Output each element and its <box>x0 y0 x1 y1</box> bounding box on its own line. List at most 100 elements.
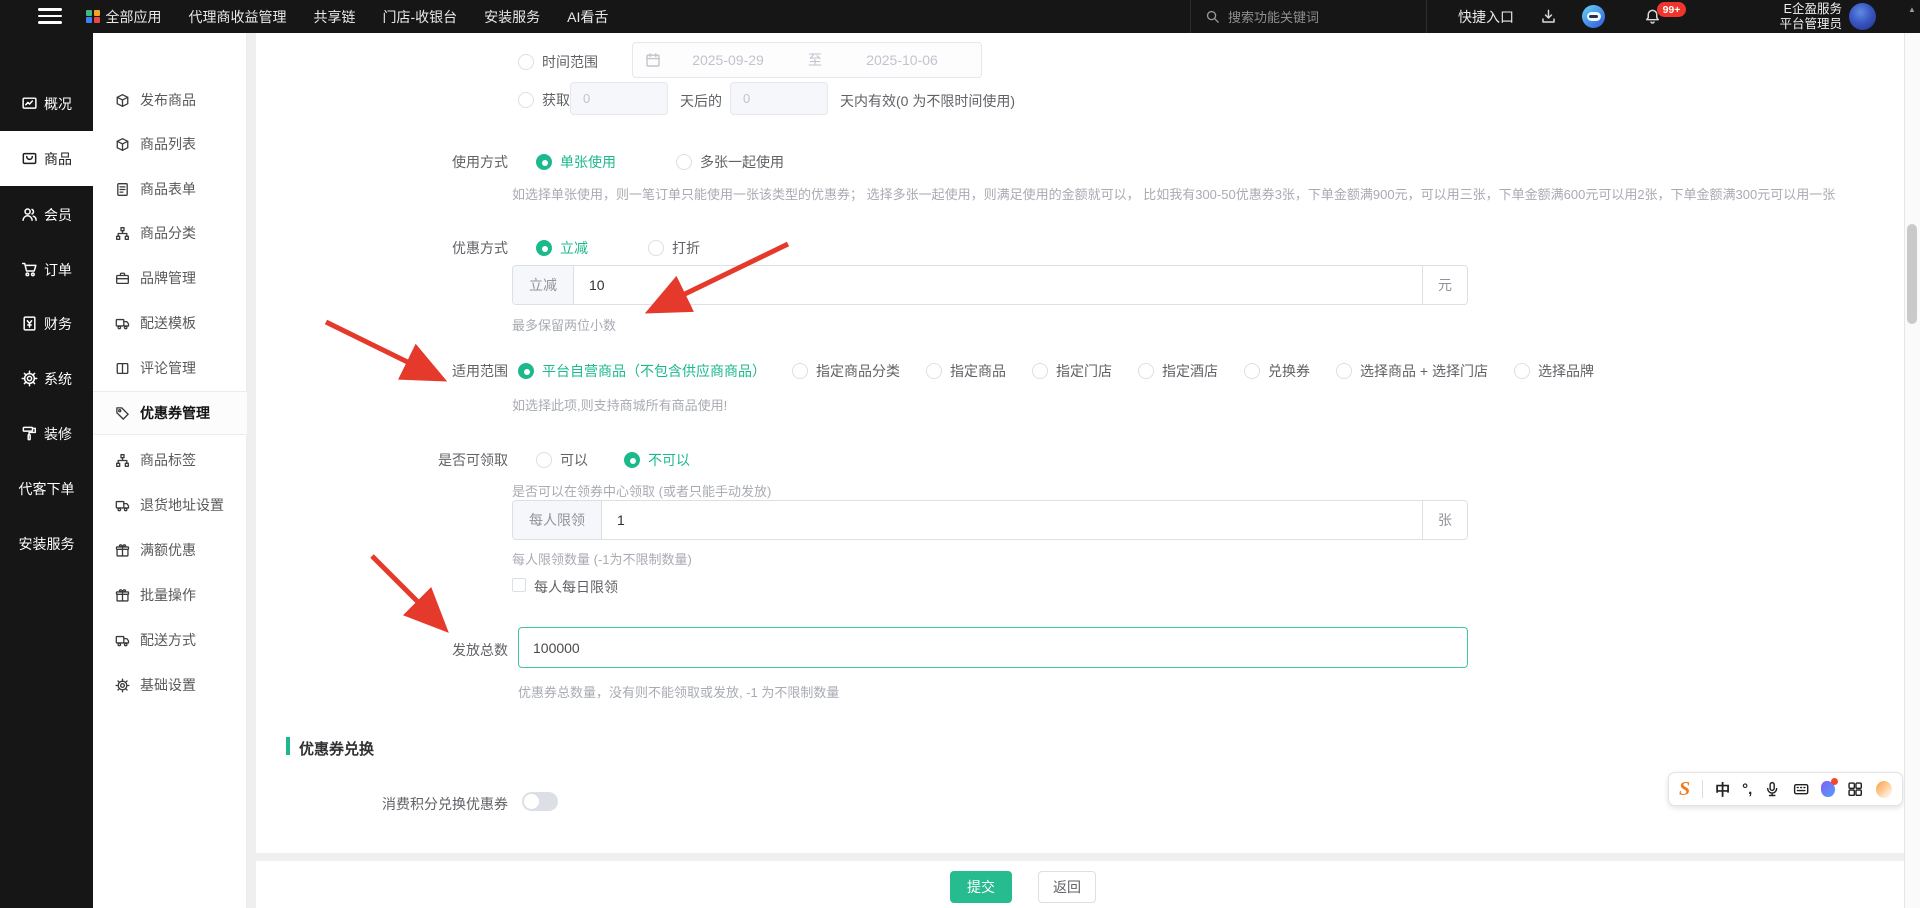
submenu-item-basic-settings[interactable]: 基础设置 <box>93 663 247 707</box>
radio-unchecked[interactable] <box>676 154 692 170</box>
submenu-item-full-discount[interactable]: 满额优惠 <box>93 528 247 572</box>
radio-unchecked[interactable] <box>648 240 664 256</box>
scrollbar-thumb[interactable] <box>1907 224 1917 324</box>
back-button[interactable]: 返回 <box>1038 871 1096 903</box>
scrollbar-track[interactable] <box>1904 33 1920 908</box>
discount-option-percent[interactable]: 打折 <box>648 238 700 258</box>
topnav-item-ai-tongue[interactable]: AI看舌 <box>567 7 608 27</box>
submenu-item-batch-operation[interactable]: 批量操作 <box>93 573 247 617</box>
scope-option-hotel[interactable]: 指定酒店 <box>1138 361 1218 381</box>
submenu-item-return-address[interactable]: 退货地址设置 <box>93 483 247 527</box>
claim-option-yes[interactable]: 可以 <box>536 450 588 470</box>
submit-button[interactable]: 提交 <box>950 871 1012 903</box>
submenu-item-delivery-template[interactable]: 配送模板 <box>93 301 247 345</box>
submenu-item-delivery-method[interactable]: 配送方式 <box>93 618 247 662</box>
acquire-radio[interactable] <box>518 92 534 108</box>
radio-unchecked[interactable] <box>792 363 808 379</box>
radio-checked[interactable] <box>624 452 640 468</box>
time-range-radio[interactable] <box>518 54 534 70</box>
total-count-input[interactable]: 100000 <box>518 627 1468 668</box>
valid-days-input[interactable]: 0 <box>730 82 828 115</box>
submenu-item-goods-category[interactable]: 商品分类 <box>93 211 247 255</box>
chinese-mode-icon[interactable]: 中 <box>1715 779 1730 800</box>
topnav-item-agent-revenue[interactable]: 代理商收益管理 <box>189 7 287 27</box>
submenu-item-publish-goods[interactable]: 发布商品 <box>93 78 247 122</box>
radio-unchecked[interactable] <box>1336 363 1352 379</box>
emoji-face-icon[interactable] <box>1875 780 1892 798</box>
radio-unchecked[interactable] <box>926 363 942 379</box>
scope-option-goods-plus-store[interactable]: 选择商品 + 选择门店 <box>1336 361 1488 381</box>
discount-option-reduce[interactable]: 立减 <box>536 238 588 258</box>
apps-grid-icon <box>86 9 100 24</box>
tag-icon <box>115 406 130 421</box>
sidebar-item-proxy-order[interactable]: 代客下单 <box>0 461 93 516</box>
radio-unchecked[interactable] <box>536 452 552 468</box>
end-date-value[interactable]: 2025-10-06 <box>835 52 969 68</box>
acquire-option[interactable]: 获取 <box>518 90 570 110</box>
topnav-item-install-service[interactable]: 安装服务 <box>484 7 540 27</box>
section-accent-bar <box>286 737 290 755</box>
scope-option-goods[interactable]: 指定商品 <box>926 361 1006 381</box>
radio-unchecked[interactable] <box>1138 363 1154 379</box>
radio-unchecked[interactable] <box>1032 363 1048 379</box>
scope-option-voucher[interactable]: 兑换券 <box>1244 361 1310 381</box>
radio-unchecked[interactable] <box>1513 363 1530 379</box>
daily-limit-checkbox[interactable] <box>512 578 526 592</box>
radio-checked[interactable] <box>536 240 552 256</box>
ime-toolbar: S 中 °, <box>1668 772 1903 806</box>
submenu-item-brand-management[interactable]: 品牌管理 <box>93 256 247 300</box>
sidebar-item-decorate[interactable]: 装修 <box>0 406 93 461</box>
skin-blob-icon[interactable] <box>1820 778 1839 797</box>
submenu-item-goods-list[interactable]: 商品列表 <box>93 122 247 166</box>
scope-option-category[interactable]: 指定商品分类 <box>792 361 900 381</box>
download-icon[interactable] <box>1540 8 1557 25</box>
scope-option-brand[interactable]: 选择品牌 <box>1513 361 1594 381</box>
usage-option-single[interactable]: 单张使用 <box>536 152 616 172</box>
claim-option-label: 不可以 <box>648 452 690 468</box>
usage-option-multiple[interactable]: 多张一起使用 <box>676 152 784 172</box>
submenu-item-goods-form[interactable]: 商品表单 <box>93 167 247 211</box>
per-person-limit-input[interactable]: 1 <box>602 501 1422 539</box>
topnav-item-all-apps[interactable]: 全部应用 <box>86 7 162 27</box>
sidebar-item-finance[interactable]: 财务 <box>0 296 93 351</box>
radio-checked[interactable] <box>518 363 534 379</box>
scope-option-label: 指定酒店 <box>1162 363 1218 379</box>
sidebar-item-orders[interactable]: 订单 <box>0 242 93 297</box>
date-range-picker[interactable]: 2025-09-29 至 2025-10-06 <box>632 42 982 78</box>
scope-option-store[interactable]: 指定门店 <box>1032 361 1112 381</box>
radio-checked[interactable] <box>536 154 552 170</box>
sidebar-item-overview[interactable]: 概况 <box>0 76 93 131</box>
sogou-logo-icon[interactable]: S <box>1679 778 1690 801</box>
calendar-icon <box>645 52 661 68</box>
sidebar-item-goods[interactable]: 商品 <box>0 131 93 186</box>
search-box[interactable]: 搜索功能关键词 <box>1190 0 1427 33</box>
submenu-item-review-management[interactable]: 评论管理 <box>93 346 247 390</box>
toolbox-grid-icon[interactable] <box>1847 781 1863 798</box>
topnav-item-share-chain[interactable]: 共享链 <box>314 7 356 27</box>
punctuation-icon[interactable]: °, <box>1742 781 1752 798</box>
discount-amount-input[interactable]: 10 <box>574 266 1422 304</box>
avatar[interactable] <box>1849 3 1876 30</box>
assistant-robot-icon[interactable] <box>1582 5 1605 28</box>
sidebar-item-system[interactable]: 系统 <box>0 351 93 406</box>
topnav-item-store-cashier[interactable]: 门店-收银台 <box>383 7 458 27</box>
time-range-option[interactable]: 时间范围 <box>518 52 598 72</box>
menu-toggle-icon[interactable] <box>38 8 62 25</box>
submenu-item-goods-tags[interactable]: 商品标签 <box>93 438 247 482</box>
claim-option-no[interactable]: 不可以 <box>624 450 690 470</box>
days-after-input[interactable]: 0 <box>570 82 668 115</box>
keyboard-icon[interactable] <box>1793 781 1809 798</box>
start-date-value[interactable]: 2025-09-29 <box>661 52 795 68</box>
submenu-item-coupon-management[interactable]: 优惠券管理 <box>93 391 247 435</box>
sidebar-item-members[interactable]: 会员 <box>0 187 93 242</box>
microphone-icon[interactable] <box>1764 781 1780 798</box>
sidebar-item-install-service[interactable]: 安装服务 <box>0 516 93 571</box>
account-info[interactable]: E企盈服务 平台管理员 <box>1690 2 1842 31</box>
scope-option-platform-goods[interactable]: 平台自营商品（不包含供应商商品） <box>518 361 766 381</box>
gift-icon <box>115 588 130 603</box>
points-exchange-toggle[interactable] <box>522 792 558 811</box>
discount-amount-prefix: 立减 <box>513 266 574 304</box>
scrollbar-up-arrow[interactable]: ▲ <box>1904 0 1920 33</box>
quick-entry-link[interactable]: 快捷入口 <box>1458 0 1514 33</box>
radio-unchecked[interactable] <box>1244 363 1260 379</box>
